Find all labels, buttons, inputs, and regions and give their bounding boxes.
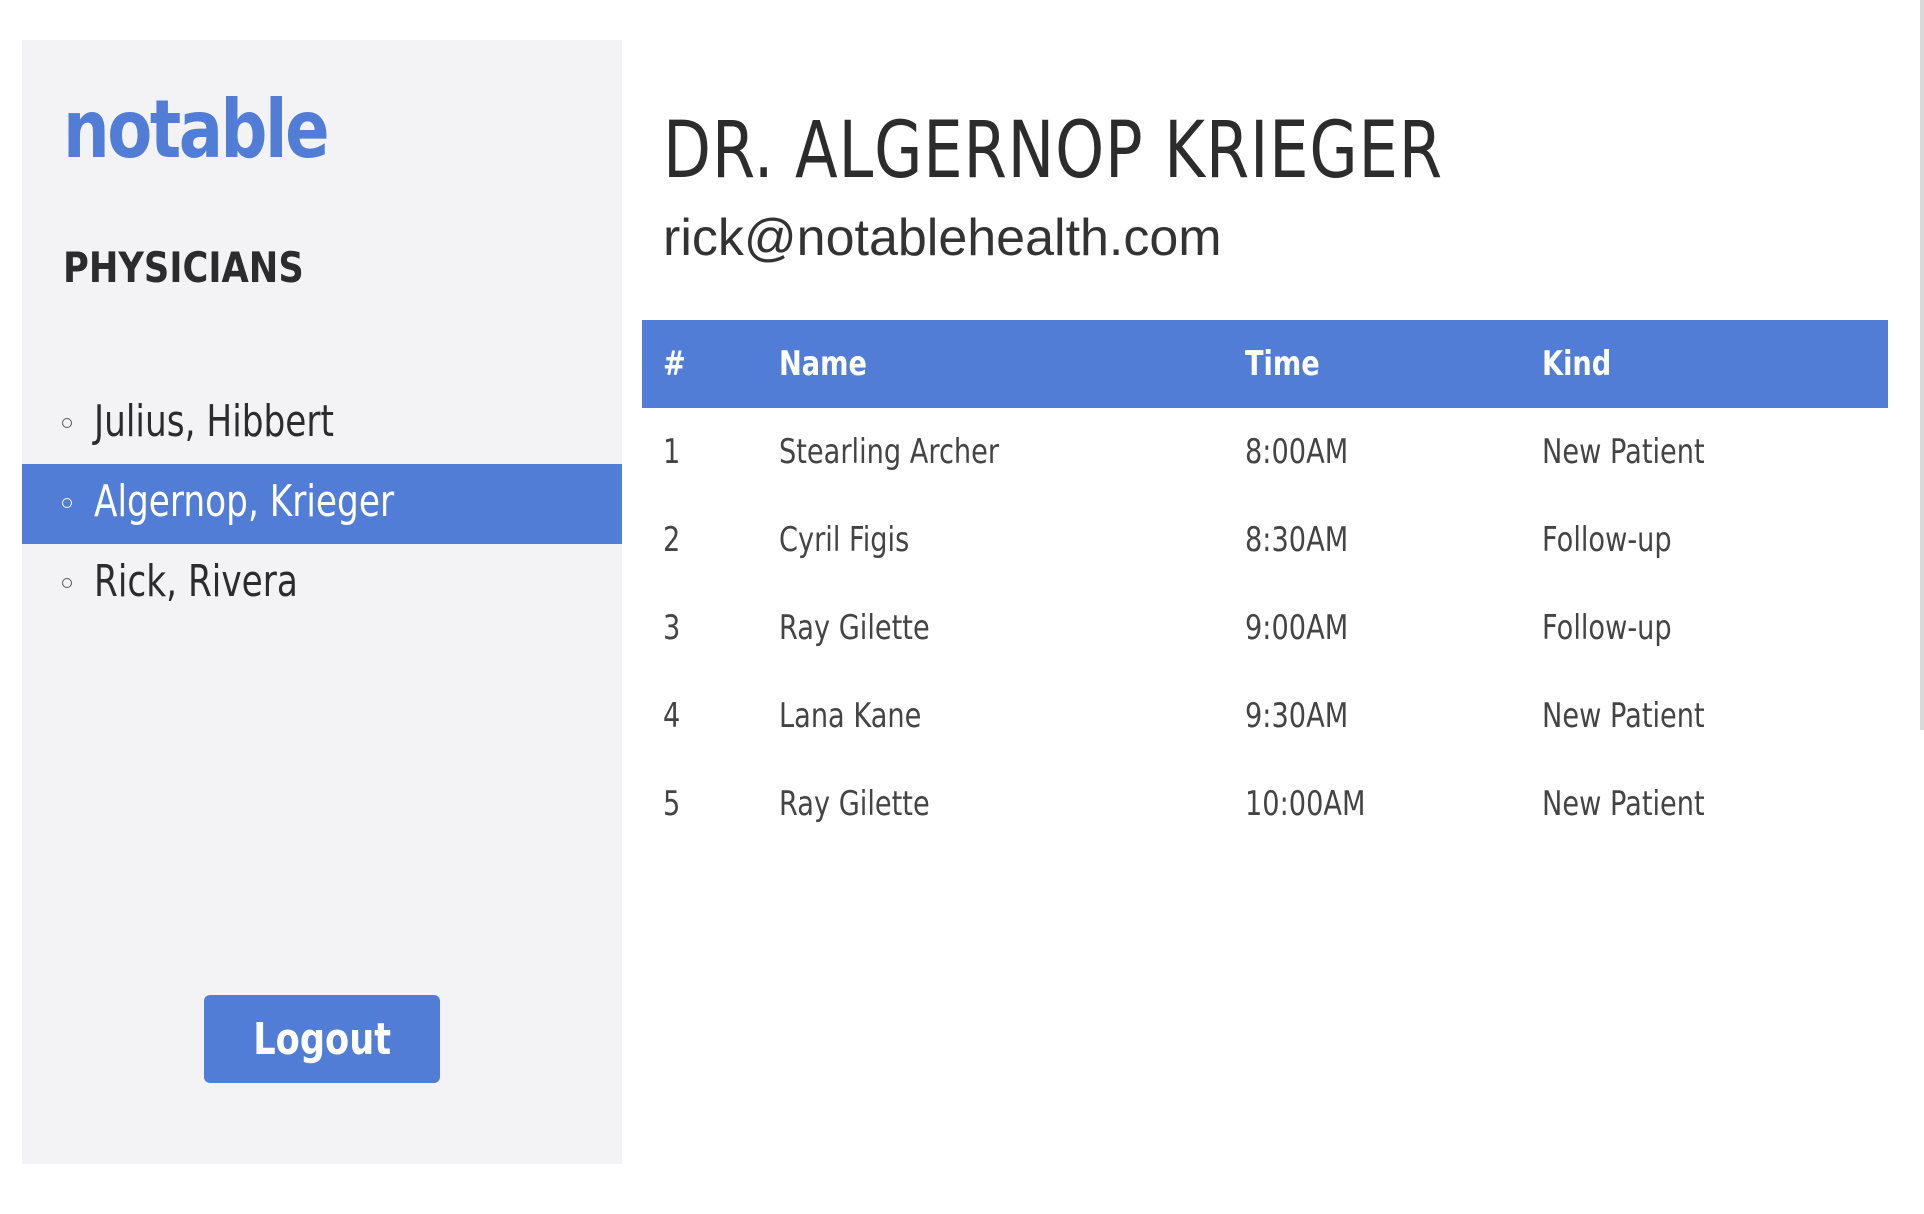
physicians-heading: PHYSICIANS: [63, 243, 304, 292]
appointments-table: # Name Time Kind 1 Stearling Archer 8:00…: [642, 320, 1888, 848]
cell-number: 4: [663, 696, 681, 736]
table-row: 1 Stearling Archer 8:00AM New Patient: [642, 408, 1888, 496]
sidebar: notable PHYSICIANS Julius, Hibbert Alger…: [22, 40, 622, 1164]
vertical-scrollbar[interactable]: [1920, 0, 1924, 730]
cell-kind: New Patient: [1542, 696, 1705, 736]
logout-label: Logout: [253, 1013, 391, 1065]
cell-kind: Follow-up: [1542, 608, 1672, 648]
cell-time: 10:00AM: [1245, 784, 1366, 824]
physician-item-julius-hibbert[interactable]: Julius, Hibbert: [22, 384, 622, 464]
cell-time: 9:00AM: [1245, 608, 1349, 648]
physician-label: Rick, Rivera: [94, 556, 298, 607]
column-header-name: Name: [779, 344, 867, 384]
cell-time: 8:30AM: [1245, 520, 1349, 560]
column-header-kind: Kind: [1542, 344, 1612, 384]
bullet-icon: [62, 498, 72, 508]
cell-time: 8:00AM: [1245, 432, 1349, 472]
table-row: 2 Cyril Figis 8:30AM Follow-up: [642, 496, 1888, 584]
doctor-email: rick@notablehealth.com: [663, 209, 1222, 267]
cell-name: Stearling Archer: [779, 432, 1000, 472]
column-header-number: #: [663, 344, 686, 384]
table-row: 4 Lana Kane 9:30AM New Patient: [642, 672, 1888, 760]
cell-name: Ray Gilette: [779, 608, 930, 648]
cell-name: Lana Kane: [779, 696, 922, 736]
cell-number: 2: [663, 520, 681, 560]
cell-time: 9:30AM: [1245, 696, 1349, 736]
physician-item-rick-rivera[interactable]: Rick, Rivera: [22, 544, 622, 624]
physician-label: Algernop, Krieger: [94, 476, 395, 527]
bullet-icon: [62, 578, 72, 588]
cell-kind: Follow-up: [1542, 520, 1672, 560]
physician-list: Julius, Hibbert Algernop, Krieger Rick, …: [22, 384, 622, 624]
cell-number: 3: [663, 608, 681, 648]
doctor-name: DR. ALGERNOP KRIEGER: [663, 106, 1443, 196]
physician-label: Julius, Hibbert: [94, 396, 334, 447]
app-logo: notable: [63, 83, 330, 176]
column-header-time: Time: [1245, 344, 1320, 384]
table-header-row: # Name Time Kind: [642, 320, 1888, 408]
logout-button[interactable]: Logout: [204, 995, 440, 1083]
table-row: 3 Ray Gilette 9:00AM Follow-up: [642, 584, 1888, 672]
bullet-icon: [62, 418, 72, 428]
cell-name: Cyril Figis: [779, 520, 910, 560]
cell-kind: New Patient: [1542, 432, 1705, 472]
table-row: 5 Ray Gilette 10:00AM New Patient: [642, 760, 1888, 848]
cell-name: Ray Gilette: [779, 784, 930, 824]
cell-number: 5: [663, 784, 681, 824]
physician-item-algernop-krieger[interactable]: Algernop, Krieger: [22, 464, 622, 544]
cell-kind: New Patient: [1542, 784, 1705, 824]
cell-number: 1: [663, 432, 681, 472]
